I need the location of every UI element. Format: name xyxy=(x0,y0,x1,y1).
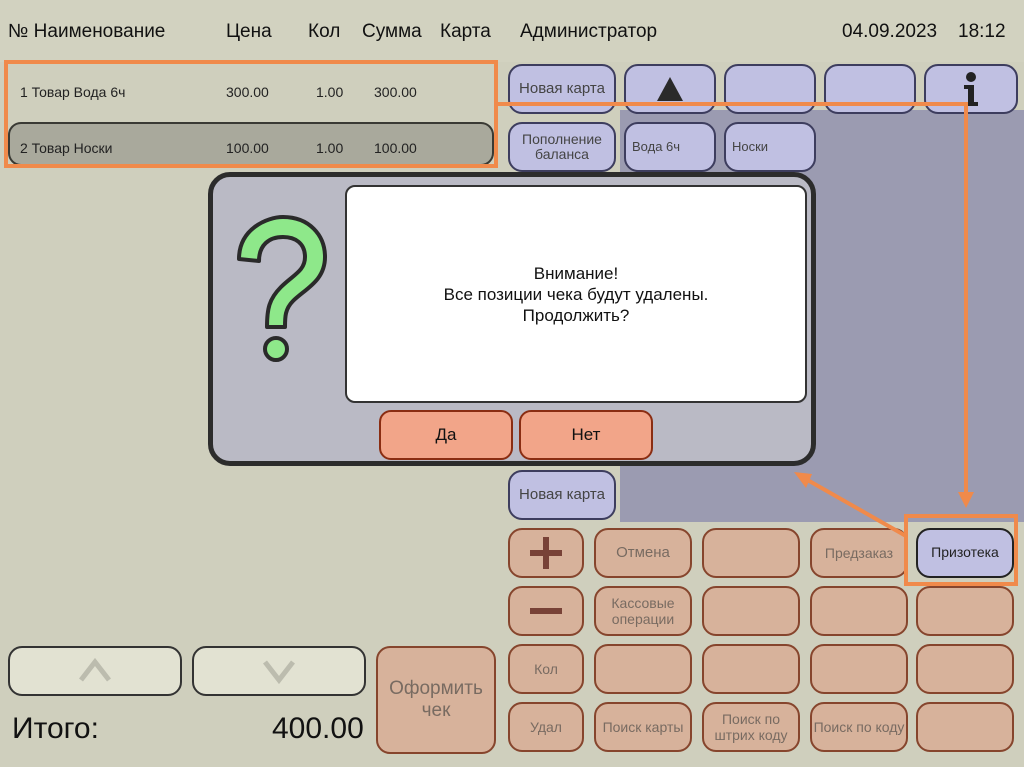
blank-key[interactable] xyxy=(702,528,800,578)
scroll-up-button[interactable] xyxy=(624,64,716,114)
row-name: 1 Товар Вода 6ч xyxy=(20,84,126,100)
blank-key[interactable] xyxy=(916,644,1014,694)
blank-key[interactable] xyxy=(810,644,908,694)
socks-tile[interactable]: Носки xyxy=(724,122,816,172)
col-price-header: Цена xyxy=(226,21,272,42)
list-scroll-down-button[interactable] xyxy=(192,646,366,696)
blank-tile[interactable] xyxy=(824,64,916,114)
question-mark-icon xyxy=(237,215,327,362)
receipt-row[interactable]: 1 Товар Вода 6ч 300.00 1.00 300.00 xyxy=(8,68,494,112)
no-button[interactable]: Нет xyxy=(519,410,653,460)
checkout-button[interactable]: Оформить чек xyxy=(376,646,496,754)
plus-icon xyxy=(530,537,562,569)
dialog-message-box: Внимание! Все позиции чека будут удалены… xyxy=(345,185,807,403)
col-name-header: № Наименование xyxy=(8,21,166,42)
delete-button[interactable]: Удал xyxy=(508,702,584,752)
blank-key[interactable] xyxy=(594,644,692,694)
total-label: Итого: xyxy=(12,712,99,745)
row-name: 2 Товар Носки xyxy=(20,140,113,156)
top-up-balance-tile[interactable]: Пополнение баланса xyxy=(508,122,616,172)
blank-key[interactable] xyxy=(916,702,1014,752)
total-value: 400.00 xyxy=(272,712,364,745)
minus-icon xyxy=(530,608,562,614)
water-6h-tile[interactable]: Вода 6ч xyxy=(624,122,716,172)
plus-button[interactable] xyxy=(508,528,584,578)
yes-button[interactable]: Да xyxy=(379,410,513,460)
list-scroll-up-button[interactable] xyxy=(8,646,182,696)
row-qty: 1.00 xyxy=(316,140,344,156)
row-sum: 300.00 xyxy=(374,84,417,100)
blank-key[interactable] xyxy=(916,586,1014,636)
date-display: 04.09.2023 xyxy=(842,21,938,42)
time-display: 18:12 xyxy=(958,21,1006,42)
new-card-tile[interactable]: Новая карта xyxy=(508,64,616,114)
info-button[interactable] xyxy=(924,64,1018,114)
confirm-dialog: Внимание! Все позиции чека будут удалены… xyxy=(208,172,816,466)
row-price: 300.00 xyxy=(226,84,269,100)
search-barcode-button[interactable]: Поиск по штрих коду xyxy=(702,702,800,752)
quantity-button[interactable]: Кол xyxy=(508,644,584,694)
operator-name: Администратор xyxy=(520,21,658,42)
search-card-button[interactable]: Поиск карты xyxy=(594,702,692,752)
minus-button[interactable] xyxy=(508,586,584,636)
receipt-row-selected[interactable]: 2 Товар Носки 100.00 1.00 100.00 xyxy=(8,122,494,166)
info-icon xyxy=(964,72,978,106)
row-sum: 100.00 xyxy=(374,140,417,156)
header-bar: № Наименование Цена Кол Сумма Карта Адми… xyxy=(0,0,1024,62)
blank-tile[interactable] xyxy=(724,64,816,114)
row-price: 100.00 xyxy=(226,140,269,156)
chevron-up-icon xyxy=(79,657,111,682)
dialog-message: Все позиции чека будут удалены. xyxy=(443,284,709,304)
cash-operations-button[interactable]: Кассовые операции xyxy=(594,586,692,636)
cancel-button[interactable]: Отмена xyxy=(594,528,692,578)
row-qty: 1.00 xyxy=(316,84,344,100)
arrow-up-icon xyxy=(657,77,683,101)
col-card-header: Карта xyxy=(440,21,491,42)
col-sum-header: Сумма xyxy=(362,21,422,42)
dialog-title: Внимание! xyxy=(533,263,619,283)
prize-store-button[interactable]: Призотека xyxy=(916,528,1014,578)
search-code-button[interactable]: Поиск по коду xyxy=(810,702,908,752)
new-card-tile-2[interactable]: Новая карта xyxy=(508,470,616,520)
blank-key[interactable] xyxy=(810,586,908,636)
blank-key[interactable] xyxy=(702,586,800,636)
chevron-down-icon xyxy=(263,660,295,685)
col-qty-header: Кол xyxy=(308,21,341,42)
preorder-button[interactable]: Предзаказ xyxy=(810,528,908,578)
dialog-question: Продолжить? xyxy=(522,305,630,325)
blank-key[interactable] xyxy=(702,644,800,694)
